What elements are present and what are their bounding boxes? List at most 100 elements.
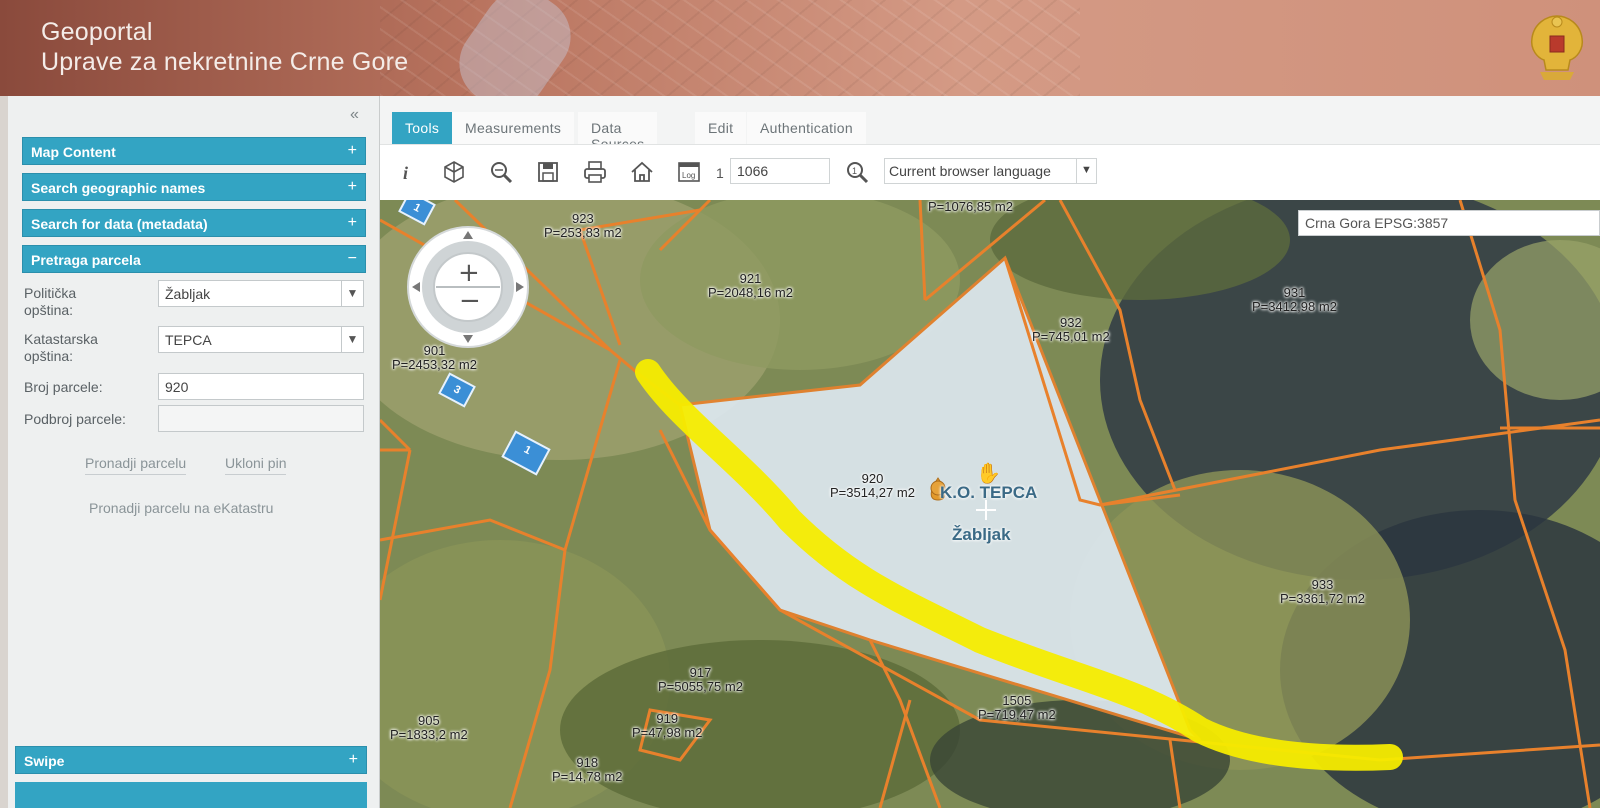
map-navigation-control[interactable]: + − <box>406 225 530 349</box>
cadastral-label: Katastarska opština: <box>24 331 98 365</box>
parcel-label[interactable]: 931 P=3412,98 m2 <box>1252 286 1337 314</box>
expand-icon: + <box>348 751 358 768</box>
section-label: Search geographic names <box>31 180 206 196</box>
collapse-icon: − <box>347 250 357 267</box>
scale-search-icon[interactable]: 1 <box>844 159 870 185</box>
municipality-label-line2: opština: <box>24 302 74 318</box>
parcel-label[interactable]: 923 P=253,83 m2 <box>544 212 622 240</box>
parcel-label[interactable]: 905 P=1833,2 m2 <box>390 714 468 742</box>
parcel-area: P=253,83 m2 <box>544 225 622 240</box>
section-parcel-search[interactable]: Pretraga parcela − <box>22 245 366 273</box>
parcel-label[interactable]: 1505 P=719,47 m2 <box>978 694 1056 722</box>
parcel-area: P=14,78 m2 <box>552 769 623 784</box>
svg-text:1: 1 <box>852 166 857 176</box>
cadastral-label-line2: opština: <box>24 348 74 364</box>
parcel-number: 933 <box>1311 577 1334 592</box>
parcel-area: P=3412,98 m2 <box>1252 299 1337 314</box>
zoom-in-icon: + <box>458 258 480 288</box>
zoom-out-icon: − <box>459 286 481 316</box>
parcel-label[interactable]: P=1076,85 m2 <box>928 200 1013 214</box>
scale-prefix: 1 <box>716 165 724 181</box>
section-label: Map Content <box>31 144 116 160</box>
parcel-number: 905 <box>418 713 440 728</box>
section-next-partial[interactable] <box>15 782 367 808</box>
language-value: Current browser language <box>889 163 1051 179</box>
municipality-label: Politička opština: <box>24 285 76 319</box>
tab-data-sources[interactable]: Data Sources <box>578 112 658 152</box>
log-icon[interactable]: Log <box>676 159 702 185</box>
parcel-area: P=3514,27 m2 <box>830 485 915 500</box>
parcel-area: P=1833,2 m2 <box>390 727 468 742</box>
parcel-number: 923 <box>572 211 594 226</box>
crs-display: Crna Gora EPSG:3857 <box>1298 210 1600 236</box>
zoom-search-icon[interactable] <box>488 159 514 185</box>
hand-cursor-icon: ✋ <box>976 461 1001 485</box>
parcel-area: P=2453,32 m2 <box>392 357 477 372</box>
parcel-label[interactable]: 901 P=2453,32 m2 <box>392 344 477 372</box>
expand-icon: + <box>347 178 357 195</box>
sub-number-input[interactable] <box>158 405 364 432</box>
app-subtitle: Uprave za nekretnine Crne Gore <box>41 48 409 76</box>
town-label: Žabljak <box>952 525 1011 544</box>
municipality-value: Žabljak <box>165 286 211 302</box>
sub-number-label: Podbroj parcele: <box>24 411 126 427</box>
chevron-down-icon: ▼ <box>341 327 363 352</box>
tab-authentication[interactable]: Authentication <box>747 112 866 144</box>
parcel-label-920[interactable]: 920 P=3514,27 m2 <box>830 472 915 500</box>
expand-icon: + <box>347 214 357 231</box>
info-icon[interactable]: i <box>394 159 420 185</box>
scale-input[interactable]: 1066 <box>730 158 830 184</box>
parcel-area: P=3361,72 m2 <box>1280 591 1365 606</box>
parcel-number: 920 <box>861 471 884 486</box>
parcel-label[interactable]: 932 P=745,01 m2 <box>1032 316 1110 344</box>
app-title: Geoportal <box>41 18 153 46</box>
svg-text:Log: Log <box>682 171 695 180</box>
section-search-geographic-names[interactable]: Search geographic names + <box>22 173 366 201</box>
print-icon[interactable] <box>582 159 608 185</box>
home-icon[interactable] <box>629 159 655 185</box>
3d-icon[interactable] <box>441 159 467 185</box>
map-view[interactable]: ✋ 1 3 1 + − Crna Gora EPSG:3857 P=1076,8… <box>380 200 1600 808</box>
chevron-down-icon: ▼ <box>341 281 363 306</box>
parcel-area: P=47,98 m2 <box>632 725 703 740</box>
parcel-number-label: Broj parcele: <box>24 379 103 395</box>
parcel-label[interactable]: 933 P=3361,72 m2 <box>1280 578 1365 606</box>
municipality-label-line1: Politička <box>24 285 77 301</box>
section-map-content[interactable]: Map Content + <box>22 137 366 165</box>
parcel-label[interactable]: 921 P=2048,16 m2 <box>708 272 793 300</box>
parcel-number: 932 <box>1060 315 1082 330</box>
parcel-number: 931 <box>1283 285 1306 300</box>
save-icon[interactable] <box>535 159 561 185</box>
chevron-down-icon: ▼ <box>1076 159 1096 183</box>
tab-tools[interactable]: Tools <box>392 112 453 144</box>
remove-pin-button[interactable]: Ukloni pin <box>225 455 287 475</box>
tab-edit[interactable]: Edit <box>695 112 747 144</box>
collapse-panel-icon[interactable]: « <box>350 106 359 124</box>
section-search-metadata[interactable]: Search for data (metadata) + <box>22 209 366 237</box>
section-label: Search for data (metadata) <box>31 216 208 232</box>
cadastral-label-line1: Katastarska <box>24 331 98 347</box>
cadastral-municipality-label: K.O. TEPCA <box>940 483 1038 502</box>
tab-measurements[interactable]: Measurements <box>452 112 575 144</box>
section-label: Swipe <box>24 753 65 769</box>
parcel-number: 917 <box>689 665 712 680</box>
section-swipe[interactable]: Swipe + <box>15 746 367 774</box>
parcel-number: 1505 <box>1002 693 1032 708</box>
parcel-area: P=5055,75 m2 <box>658 679 743 694</box>
section-label: Pretraga parcela <box>31 252 141 268</box>
find-parcel-button[interactable]: Pronadji parcelu <box>85 455 187 475</box>
municipality-select[interactable]: Žabljak ▼ <box>158 280 364 307</box>
parcel-number: 901 <box>423 343 446 358</box>
svg-text:i: i <box>403 163 408 183</box>
parcel-number: 921 <box>739 271 762 286</box>
parcel-label[interactable]: 919 P=47,98 m2 <box>632 712 702 740</box>
language-select[interactable]: Current browser language ▼ <box>884 158 1097 184</box>
parcel-area: P=1076,85 m2 <box>928 200 1013 214</box>
parcel-area: P=745,01 m2 <box>1032 329 1110 344</box>
expand-icon: + <box>347 142 357 159</box>
cadastral-select[interactable]: TEPCA ▼ <box>158 326 364 353</box>
parcel-label[interactable]: 918 P=14,78 m2 <box>552 756 622 784</box>
parcel-label[interactable]: 917 P=5055,75 m2 <box>658 666 743 694</box>
find-parcel-ekatastar-link[interactable]: Pronadji parcelu na eKatastru <box>89 500 273 519</box>
parcel-number-input[interactable]: 920 <box>158 373 364 400</box>
